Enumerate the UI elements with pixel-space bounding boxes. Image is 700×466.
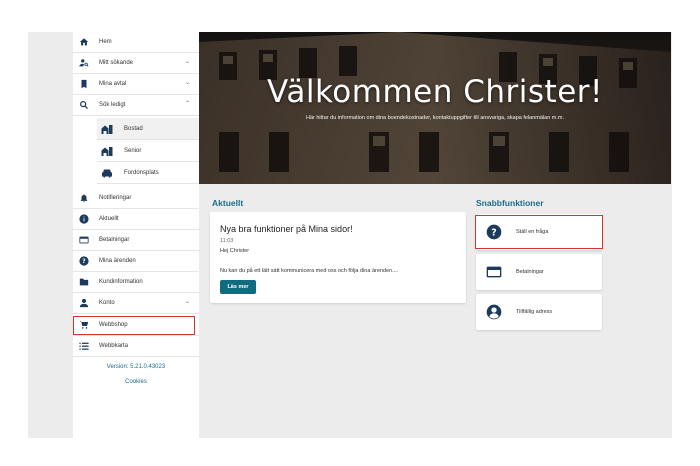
hero-banner: Välkommen Christer! Här hittar du inform… (199, 32, 671, 184)
home-icon (79, 38, 89, 46)
sidebar-item-label: Mina ärenden (99, 258, 136, 264)
news-greeting: Hej Christer (220, 248, 250, 254)
book-icon (81, 79, 87, 89)
chevron-down-icon: ⌄ (185, 80, 191, 86)
sidebar-subitem-bostad[interactable]: Bostad (97, 118, 199, 140)
sidebar-item-notifieringar[interactable]: Notifieringar (73, 188, 199, 209)
sidebar: Hem Mitt sökande ⌄ Mina avtal ⌄ Sök ledi… (73, 32, 199, 438)
sidebar-subitem-fordonsplats[interactable]: Fordonsplats (97, 162, 199, 184)
account-circle-icon (486, 304, 502, 320)
sidebar-item-label: Mina avtal (99, 81, 127, 87)
list-icon (79, 342, 89, 350)
sidebar-item-webbkarta[interactable]: Webbkarta (73, 336, 199, 357)
search-icon (80, 101, 88, 109)
sidebar-subitem-senior[interactable]: Senior (97, 140, 199, 162)
news-time: 11:03 (220, 238, 234, 244)
quick-item-highlight (475, 215, 603, 249)
hero-subtitle: Här hittar du information om dina boende… (305, 115, 565, 121)
quick-item-tillfallig-adress[interactable]: Tillfällig adress (476, 294, 602, 330)
sidebar-item-label: Sök ledigt (99, 102, 126, 108)
sidebar-item-sok-ledigt[interactable]: Sök ledigt ⌃ (73, 95, 199, 116)
sidebar-item-label: Mitt sökande (99, 60, 134, 66)
news-title[interactable]: Nya bra funktioner på Mina sidor! (220, 224, 353, 234)
account-icon (79, 298, 89, 308)
quick-item-label: Tillfällig adress (516, 309, 553, 315)
sidebar-item-label: Kundinformation (99, 279, 143, 285)
news-section-title: Aktuellt (212, 198, 244, 208)
quick-item-betalningar[interactable]: Betalningar (476, 254, 602, 290)
sidebar-item-label: Aktuellt (99, 216, 119, 222)
news-card: Nya bra funktioner på Mina sidor! 11:03 … (210, 212, 466, 303)
sidebar-item-hem[interactable]: Hem (73, 32, 199, 53)
sidebar-item-label: Hem (99, 39, 112, 45)
credit-card-icon (79, 236, 89, 244)
quick-item-label: Betalningar (516, 269, 544, 275)
sidebar-item-betalningar[interactable]: Betalningar (73, 230, 199, 251)
apartment-icon (101, 125, 113, 134)
version-text: Version: 5.21.0.43023 (106, 364, 166, 370)
read-more-button[interactable]: Läs mer (220, 280, 256, 294)
sidebar-item-label: Konto (99, 300, 115, 306)
help-circle-icon: ? (79, 256, 89, 266)
chevron-up-icon: ⌃ (185, 101, 191, 107)
cookies-link[interactable]: Cookies (73, 379, 199, 385)
sidebar-item-kundinformation[interactable]: Kundinformation (73, 272, 199, 293)
sidebar-item-aktuellt[interactable]: Aktuellt (73, 209, 199, 230)
sidebar-item-konto[interactable]: Konto ⌄ (73, 293, 199, 314)
svg-text:?: ? (82, 259, 85, 265)
sidebar-item-label: Betalningar (99, 237, 130, 243)
sidebar-subitem-label: Bostad (124, 126, 143, 132)
news-body: Nu kan du på ett lätt sätt kommunicera m… (220, 268, 399, 274)
sidebar-item-mitt-sokande[interactable]: Mitt sökande ⌄ (73, 53, 199, 74)
sidebar-item-label: Webbkarta (99, 343, 128, 349)
sidebar-subitem-label: Fordonsplats (124, 170, 159, 176)
folder-icon (79, 278, 89, 286)
quick-section-title: Snabbfunktioner (476, 198, 544, 208)
info-icon (79, 214, 89, 224)
sidebar-item-label: Notifieringar (99, 195, 132, 201)
apartment-icon (101, 147, 113, 156)
sidebar-item-mina-avtal[interactable]: Mina avtal ⌄ (73, 74, 199, 95)
bell-icon (80, 194, 88, 203)
credit-card-icon (486, 266, 502, 278)
person-search-icon (79, 59, 89, 67)
sidebar-subitem-label: Senior (124, 148, 142, 154)
hero-title: Välkommen Christer! (267, 74, 603, 110)
webbshop-highlight (73, 316, 195, 335)
chevron-down-icon: ⌄ (185, 59, 191, 65)
car-icon (102, 169, 112, 178)
sidebar-item-mina-arenden[interactable]: ? Mina ärenden (73, 251, 199, 272)
chevron-down-icon: ⌄ (185, 299, 191, 305)
